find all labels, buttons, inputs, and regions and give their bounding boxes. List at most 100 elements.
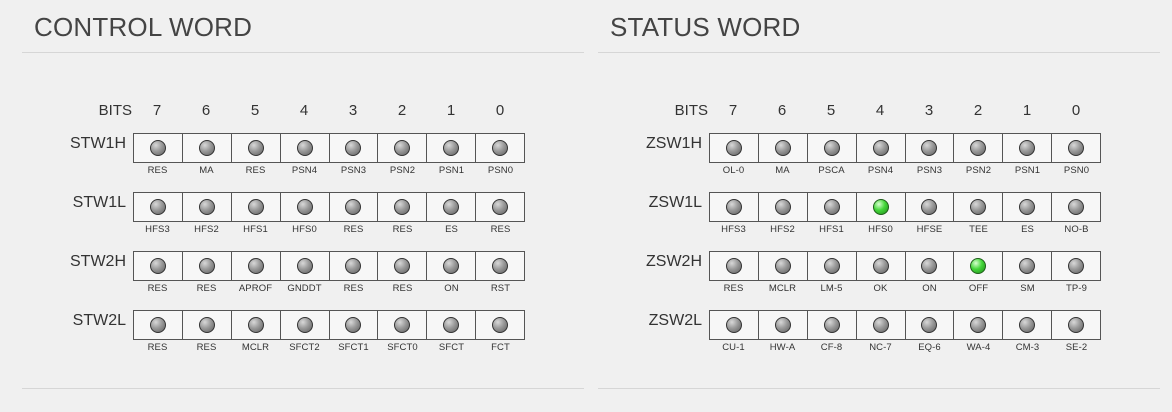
bit-cell xyxy=(1003,252,1053,280)
bit-number: 6 xyxy=(201,102,211,119)
bit-number: 7 xyxy=(152,102,162,119)
led-strip xyxy=(709,133,1101,163)
bit-label: HFS1 xyxy=(243,224,268,235)
bit-label: RES xyxy=(147,342,168,353)
divider xyxy=(598,52,1160,53)
bit-cell xyxy=(954,252,1004,280)
register-row-zsw2h: ZSW2H RES MCLR LM-5 OK ON OFF SM TP-9 xyxy=(598,251,1160,297)
bit-number: 2 xyxy=(973,102,983,119)
bit-label: TP-9 xyxy=(1066,283,1087,294)
bit-cell xyxy=(710,193,759,221)
led-off-indicator xyxy=(823,258,840,274)
bit-cell xyxy=(759,252,808,280)
bit-cell xyxy=(808,193,857,221)
led-off-indicator xyxy=(1068,140,1085,156)
led-off-indicator xyxy=(921,258,938,274)
bits-header: BITS 7 6 5 4 3 2 1 0 xyxy=(22,102,584,122)
led-off-indicator xyxy=(725,317,742,333)
register-name: ZSW1L xyxy=(648,194,702,211)
led-off-indicator xyxy=(149,258,166,274)
bit-label: RES xyxy=(343,224,364,235)
bit-cell xyxy=(710,252,759,280)
bit-cell xyxy=(476,193,524,221)
bit-labels: RES MCLR LM-5 OK ON OFF SM TP-9 xyxy=(709,283,1101,295)
bit-label: HFSE xyxy=(916,224,943,235)
register-row-zsw2l: ZSW2L CU-1 HW-A CF-8 NC-7 EQ-6 WA-4 CM-3 SE-2 xyxy=(598,310,1160,356)
led-strip xyxy=(709,192,1101,222)
bit-number: 1 xyxy=(1022,102,1032,119)
bit-label: HFS0 xyxy=(292,224,317,235)
led-off-indicator xyxy=(823,199,840,215)
led-off-indicator xyxy=(970,140,987,156)
bit-label: PSN4 xyxy=(291,165,318,176)
bit-cell xyxy=(232,134,281,162)
bit-number: 3 xyxy=(924,102,934,119)
bit-label: SFCT1 xyxy=(338,342,369,353)
bit-labels: CU-1 HW-A CF-8 NC-7 EQ-6 WA-4 CM-3 SE-2 xyxy=(709,342,1101,354)
bit-cell xyxy=(710,134,759,162)
bit-label: WA-4 xyxy=(966,342,991,353)
bit-label: RES xyxy=(490,224,511,235)
bit-label: RES xyxy=(392,283,413,294)
bit-cell xyxy=(134,311,183,339)
bit-cell xyxy=(476,134,524,162)
bit-label: PSN4 xyxy=(867,165,894,176)
led-off-indicator xyxy=(725,199,742,215)
bit-number: 0 xyxy=(1071,102,1081,119)
bit-cell xyxy=(378,252,428,280)
bit-label: SFCT xyxy=(438,342,465,353)
led-off-indicator xyxy=(492,317,509,333)
bit-label: LM-5 xyxy=(820,283,843,294)
bit-cell xyxy=(232,193,281,221)
register-name: STW2H xyxy=(70,253,126,270)
led-off-indicator xyxy=(198,199,215,215)
bit-cell xyxy=(134,252,183,280)
bit-cell xyxy=(759,311,808,339)
led-off-indicator xyxy=(492,140,509,156)
led-off-indicator xyxy=(823,140,840,156)
bit-label: MCLR xyxy=(768,283,797,294)
led-off-indicator xyxy=(149,317,166,333)
led-strip xyxy=(133,310,525,340)
led-off-indicator xyxy=(921,199,938,215)
bit-label: HFS2 xyxy=(194,224,219,235)
bit-cell xyxy=(1052,252,1100,280)
bit-number: 6 xyxy=(777,102,787,119)
register-name: ZSW2L xyxy=(648,312,702,329)
bit-labels: HFS3 HFS2 HFS1 HFS0 HFSE TEE ES NO-B xyxy=(709,224,1101,236)
led-off-indicator xyxy=(970,317,987,333)
control-word-title: CONTROL WORD xyxy=(34,12,253,42)
bit-label: ON xyxy=(444,283,459,294)
led-off-indicator xyxy=(296,258,313,274)
led-off-indicator xyxy=(149,140,166,156)
led-off-indicator xyxy=(247,258,264,274)
led-off-indicator xyxy=(296,199,313,215)
bit-cell xyxy=(281,134,330,162)
led-strip xyxy=(709,251,1101,281)
bit-label: CM-3 xyxy=(1015,342,1040,353)
led-off-indicator xyxy=(345,199,362,215)
led-off-indicator xyxy=(1019,199,1036,215)
led-off-indicator xyxy=(823,317,840,333)
led-off-indicator xyxy=(921,317,938,333)
bit-cell xyxy=(954,311,1004,339)
led-off-indicator xyxy=(345,317,362,333)
bit-cell xyxy=(232,311,281,339)
bit-cell xyxy=(134,193,183,221)
register-name: ZSW1H xyxy=(646,135,702,152)
led-off-indicator xyxy=(774,258,791,274)
bit-label: PSN1 xyxy=(1014,165,1041,176)
register-name: ZSW2H xyxy=(646,253,702,270)
control-word-panel: CONTROL WORD BITS 7 6 5 4 3 2 1 0 STW1H R… xyxy=(22,6,584,389)
bit-number: 4 xyxy=(875,102,885,119)
bit-cell xyxy=(330,252,379,280)
led-strip xyxy=(133,133,525,163)
led-off-indicator xyxy=(872,317,889,333)
bit-label: MCLR xyxy=(241,342,270,353)
bit-cell xyxy=(1052,311,1100,339)
bit-cell xyxy=(857,252,906,280)
bit-cell xyxy=(906,252,955,280)
led-off-indicator xyxy=(394,140,411,156)
bit-label: MA xyxy=(775,165,790,176)
bit-label: RES xyxy=(723,283,744,294)
